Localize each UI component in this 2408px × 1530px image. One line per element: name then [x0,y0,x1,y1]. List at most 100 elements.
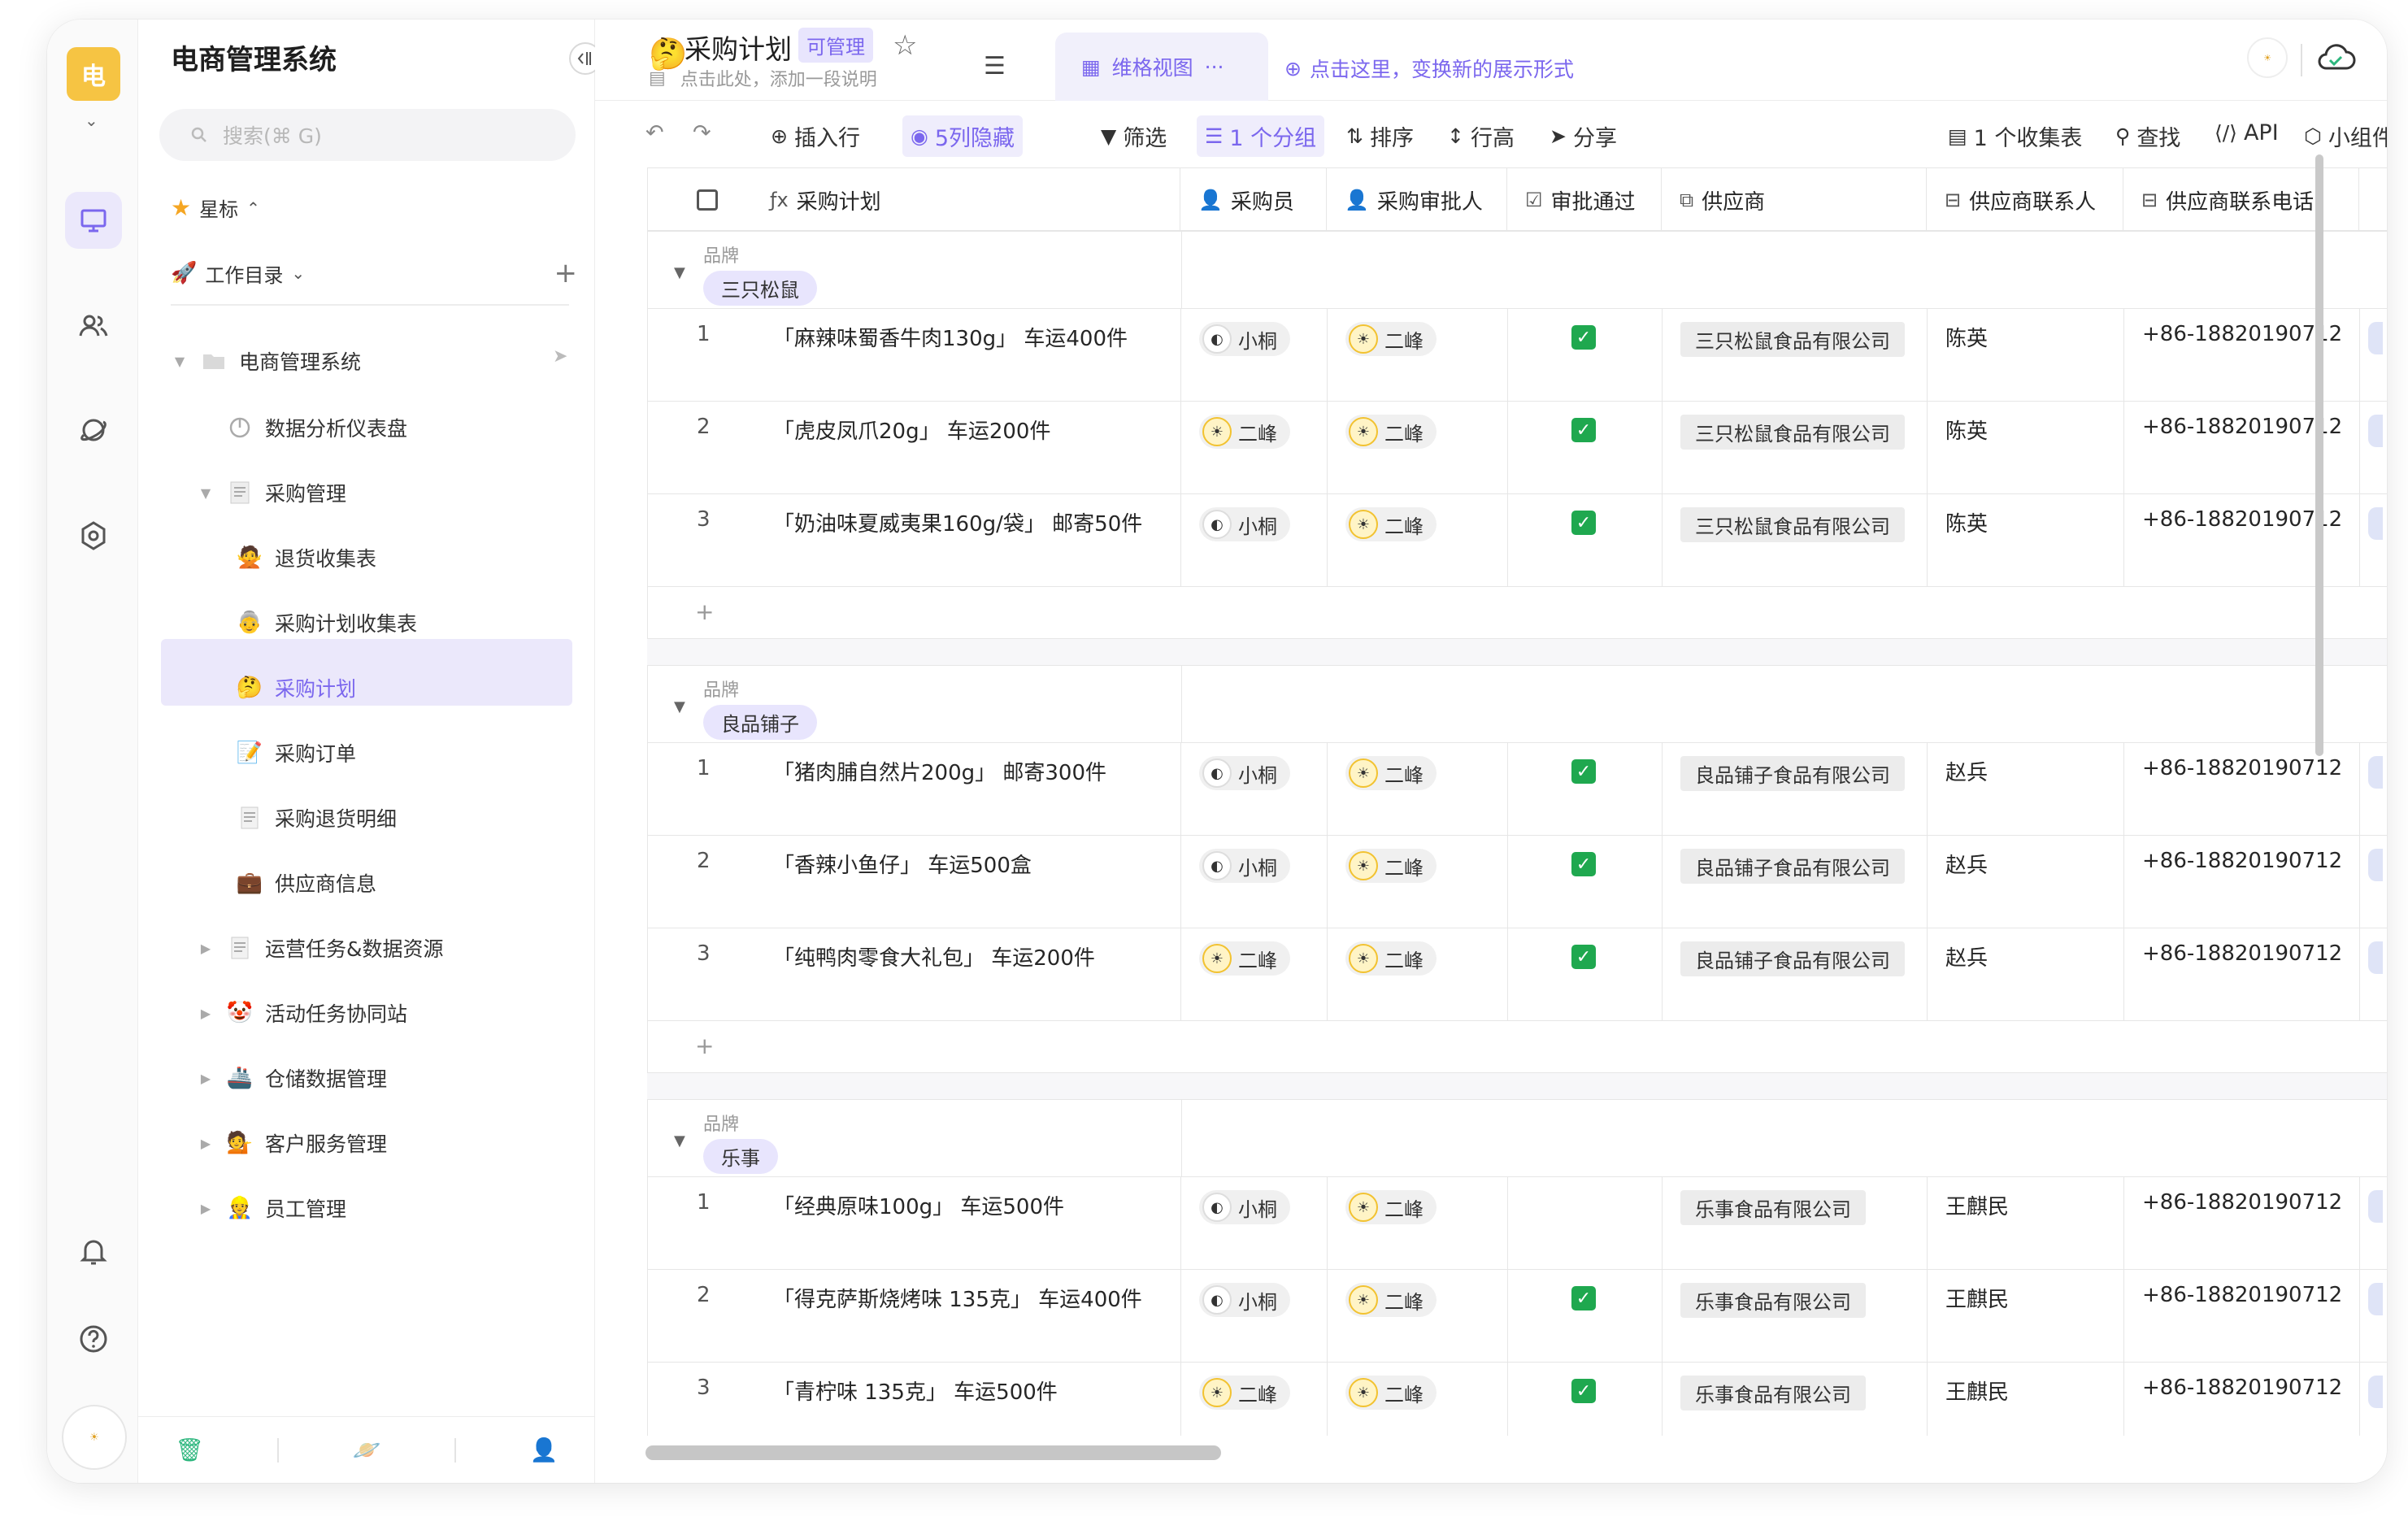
cell-buyer[interactable]: ◐ 小桐 [1181,309,1328,402]
sort-button[interactable]: ⇅ 排序 [1346,120,1414,152]
tree-item-ops[interactable]: ▶ 运营任务&数据资源 [197,932,444,964]
group-header[interactable]: ▼ 品牌 良品铺子 [647,665,2387,744]
tree-item-activity[interactable]: ▶ 🤡 活动任务协同站 [197,997,407,1029]
cell-plan[interactable]: 3 「青柠味 135克」 车运500件 [648,1363,1181,1436]
cell-contact[interactable]: 赵兵 [1928,928,2124,1021]
cell-supplier[interactable]: 三只松鼠食品有限公司 [1663,494,1928,587]
cell-contact[interactable]: 王麒民 [1928,1177,2124,1270]
cell-supplier[interactable]: 乐事食品有限公司 [1663,1177,1928,1270]
cell-phone[interactable]: +86-18820190712 [2124,1270,2360,1363]
collaborator-avatar[interactable]: ☀ [2247,37,2288,78]
cell-approved[interactable]: ✓ [1508,1363,1663,1436]
view-list-icon[interactable]: ☰ [984,52,1006,80]
vertical-scrollbar[interactable] [2315,154,2323,756]
tree-item-purchase-plan[interactable]: 🤔 采购计划 [236,672,356,704]
check-icon[interactable]: ✓ [1571,1286,1596,1310]
explore-icon[interactable] [65,402,122,459]
send-icon[interactable]: ➤ [553,346,567,367]
description-field[interactable]: ▤ 点击此处，添加一段说明 [649,65,877,91]
cell-approver[interactable]: ☀ 二峰 [1328,1363,1508,1436]
row-height-button[interactable]: ↕ 行高 [1447,120,1515,152]
tree-item-purchase-mgmt[interactable]: ▼ 采购管理 [197,476,346,509]
insert-row-button[interactable]: ⊕ 插入行 [771,120,860,152]
find-button[interactable]: ⚲ 查找 [2115,120,2180,152]
contacts-icon[interactable] [65,298,122,354]
cell-approver[interactable]: ☀ 二峰 [1328,309,1508,402]
api-button[interactable]: ⟨/⟩ API [2215,120,2279,146]
caret-down-icon[interactable]: ▼ [674,698,685,715]
cell-approved[interactable]: ✓ [1508,743,1663,836]
supplier-link[interactable]: 三只松鼠食品有限公司 [1680,322,1905,357]
cell-contact[interactable]: 王麒民 [1928,1363,2124,1436]
group-button[interactable]: ☰ 1 个分组 [1197,115,1325,157]
cell-supplier[interactable]: 三只松鼠食品有限公司 [1663,309,1928,402]
tree-item-return-detail[interactable]: 采购退货明细 [236,802,397,834]
cell-approver[interactable]: ☀ 二峰 [1328,1270,1508,1363]
caret-down-icon[interactable]: ▼ [674,264,685,281]
column-header-approver[interactable]: 👤 采购审批人 [1327,168,1507,232]
column-header-contact[interactable]: ⊟ 供应商联系人 [1927,168,2123,232]
cell-contact[interactable]: 赵兵 [1928,743,2124,836]
supplier-link[interactable]: 良品铺子食品有限公司 [1680,941,1905,976]
table-row[interactable]: 2 「香辣小鱼仔」 车运500盒 ◐ 小桐 ☀ 二峰 ✓ 良品铺子食品有限公司 赵兵… [647,836,2387,928]
cell-phone[interactable]: +86-18820190712 [2124,402,2360,494]
cell-phone[interactable]: +86-18820190712 [2124,1177,2360,1270]
cell-supplier[interactable]: 三只松鼠食品有限公司 [1663,402,1928,494]
supplier-link[interactable]: 良品铺子食品有限公司 [1680,849,1905,884]
bell-icon[interactable] [65,1223,122,1280]
cell-approved[interactable]: ✓ [1508,309,1663,402]
cell-supplier[interactable]: 良品铺子食品有限公司 [1663,928,1928,1021]
tree-item-purchase-order[interactable]: 📝 采购订单 [236,737,356,769]
check-icon[interactable]: ✓ [1571,511,1596,535]
filter-button[interactable]: ▼ 筛选 [1101,120,1167,152]
check-icon[interactable]: ✓ [1571,325,1596,350]
column-header-supplier[interactable]: ⧉ 供应商 [1662,168,1927,232]
cell-phone[interactable]: +86-18820190712 [2124,1363,2360,1436]
group-header[interactable]: ▼ 品牌 三只松鼠 [647,231,2387,310]
trash-icon[interactable]: 🗑 [175,1437,204,1463]
supplier-link[interactable]: 乐事食品有限公司 [1680,1283,1866,1318]
cell-buyer[interactable]: ☀ 二峰 [1181,928,1328,1021]
search-input[interactable]: 搜索(⌘ G) [159,109,576,161]
cell-approver[interactable]: ☀ 二峰 [1328,1177,1508,1270]
cell-approved[interactable]: ✓ [1508,1270,1663,1363]
undo-icon[interactable]: ↶ [645,120,664,146]
cell-plan[interactable]: 1 「麻辣味蜀香牛肉130g」 车运400件 [648,309,1181,402]
cell-plan[interactable]: 2 「得克萨斯烧烤味 135克」 车运400件 [648,1270,1181,1363]
group-header[interactable]: ▼ 品牌 乐事 [647,1099,2387,1178]
table-row[interactable]: 1 「麻辣味蜀香牛肉130g」 车运400件 ◐ 小桐 ☀ 二峰 ✓ 三只松鼠食品有… [647,309,2387,402]
cell-approved[interactable]: ✓ [1508,494,1663,587]
tab-grid-view[interactable]: ▦ 维格视图 ··· [1055,33,1268,101]
cell-contact[interactable]: 赵兵 [1928,836,2124,928]
cell-buyer[interactable]: ☀ 二峰 [1181,1363,1328,1436]
tree-item-supplier-info[interactable]: 💼 供应商信息 [236,867,376,899]
tree-item-plan-form[interactable]: 👵 采购计划收集表 [236,606,417,639]
cell-buyer[interactable]: ◐ 小桐 [1181,494,1328,587]
cell-buyer[interactable]: ◐ 小桐 [1181,1270,1328,1363]
tree-item-customer[interactable]: ▶ 💁 客户服务管理 [197,1127,387,1159]
column-header-buyer[interactable]: 👤 采购员 [1180,168,1327,232]
add-view-hint[interactable]: ⊕ 点击这里，变换新的展示形式 [1284,54,1574,83]
select-all-checkbox[interactable] [697,189,718,211]
cell-buyer[interactable]: ◐ 小桐 [1181,743,1328,836]
chevron-down-icon[interactable]: ⌄ [85,111,98,130]
cell-plan[interactable]: 1 「猪肉脯自然片200g」 邮寄300件 [648,743,1181,836]
cell-approver[interactable]: ☀ 二峰 [1328,494,1508,587]
table-row[interactable]: 2 「得克萨斯烧烤味 135克」 车运400件 ◐ 小桐 ☀ 二峰 ✓ 乐事食品有限… [647,1270,2387,1363]
datasheet-title[interactable]: 采购计划 [685,28,792,67]
workbench-icon[interactable] [65,192,122,249]
check-icon[interactable]: ✓ [1571,945,1596,969]
cell-supplier[interactable]: 乐事食品有限公司 [1663,1270,1928,1363]
cell-approved[interactable]: ✓ [1508,836,1663,928]
share-button[interactable]: ➤ 分享 [1550,120,1617,152]
redo-icon[interactable]: ↷ [693,120,711,146]
cell-phone[interactable]: +86-18820190712 [2124,928,2360,1021]
space-badge[interactable]: 电 [67,47,120,101]
column-header-plan[interactable]: ƒx 采购计划 [647,168,1180,232]
tree-item-staff[interactable]: ▶ 👷 员工管理 [197,1192,346,1224]
cell-approved[interactable]: ✓ [1508,402,1663,494]
cell-plan[interactable]: 3 「奶油味夏威夷果160g/袋」 邮寄50件 [648,494,1181,587]
supplier-link[interactable]: 三只松鼠食品有限公司 [1680,415,1905,450]
table-row[interactable]: 1 「猪肉脯自然片200g」 邮寄300件 ◐ 小桐 ☀ 二峰 ✓ 良品铺子食品有限… [647,743,2387,836]
cell-phone[interactable]: +86-18820190712 [2124,743,2360,836]
